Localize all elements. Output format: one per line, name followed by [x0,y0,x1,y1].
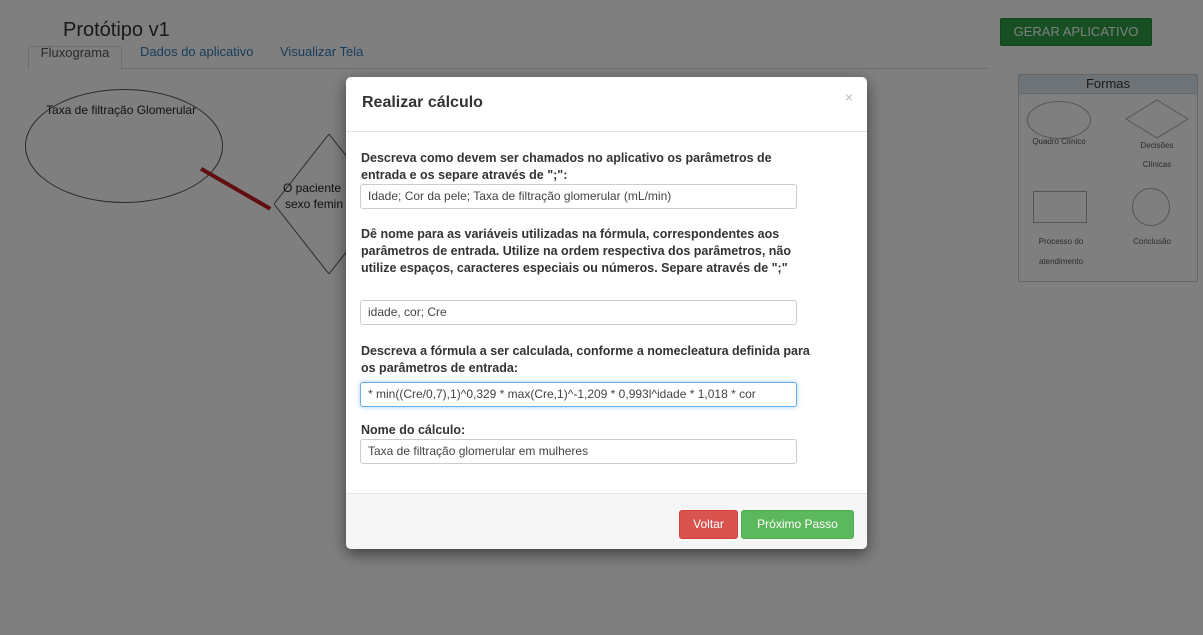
variables-label: Dê nome para as variáveis utilizadas na … [361,227,792,275]
parameters-label: Descreva como devem ser chamados no apli… [361,151,772,182]
next-step-button[interactable]: Próximo Passo [741,510,854,539]
formula-input[interactable]: * min((Cre/0,7),1)^0,329 * max(Cre,1)^-1… [360,382,797,407]
calculation-name-label: Nome do cálculo: [361,423,466,437]
modal-footer: Voltar Próximo Passo [346,493,867,549]
calculation-modal: Realizar cálculo × Descreva como devem s… [346,77,867,549]
parameters-input[interactable]: Idade; Cor da pele; Taxa de filtração gl… [360,184,797,209]
variables-input[interactable]: idade, cor; Cre [360,300,797,325]
modal-header: Realizar cálculo × [346,77,867,132]
close-icon[interactable]: × [845,89,853,105]
back-button[interactable]: Voltar [679,510,738,539]
calculation-name-input[interactable]: Taxa de filtração glomerular em mulheres [360,439,797,464]
modal-title: Realizar cálculo [362,94,483,111]
formula-label: Descreva a fórmula a ser calculada, conf… [361,344,810,375]
